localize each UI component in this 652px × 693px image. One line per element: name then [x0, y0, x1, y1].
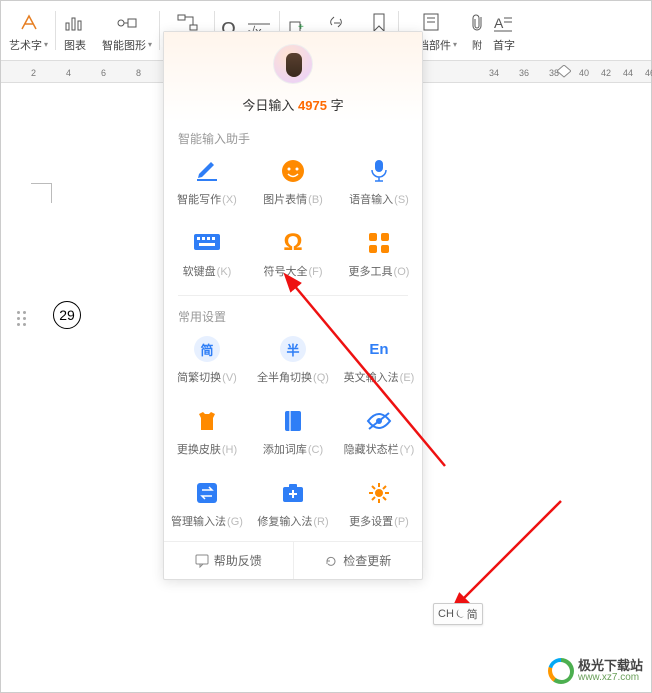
watermark-name: 极光下载站	[578, 659, 643, 673]
chat-icon	[195, 554, 209, 568]
assistant-grid: 智能写作(X) 图片表情(B) 语音输入(S) 软键盘(K) Ω 符号大全(F)…	[164, 147, 422, 291]
feedback-button[interactable]: 帮助反馈	[164, 542, 294, 579]
lang-jian: 简	[467, 606, 478, 622]
cell-smart-writing[interactable]: 智能写作(X)	[164, 147, 250, 219]
today-input-line: 今日输入 4975 字	[164, 95, 422, 114]
docpart-icon	[422, 9, 442, 37]
dropcap-icon: A	[494, 9, 514, 37]
ime-status-bar[interactable]: CH ⏾ 简	[433, 603, 483, 625]
cell-voice[interactable]: 语音输入(S)	[336, 147, 422, 219]
divider	[178, 295, 408, 296]
update-button[interactable]: 检查更新	[294, 542, 423, 579]
watermark: 极光下载站 www.xz7.com	[548, 658, 643, 684]
paperclip-icon	[469, 9, 485, 37]
page-corner	[31, 183, 61, 213]
cell-dictionary[interactable]: 添加词库(C)	[250, 397, 336, 469]
grid-icon	[365, 229, 393, 257]
cell-more-tools[interactable]: 更多工具(O)	[336, 219, 422, 291]
chevron-down-icon: ▾	[453, 40, 457, 49]
omega-icon: Ω	[279, 229, 307, 257]
cell-symbols[interactable]: Ω 符号大全(F)	[250, 219, 336, 291]
cell-repair-ime[interactable]: 修复输入法(R)	[250, 469, 336, 541]
panel-footer: 帮助反馈 检查更新	[164, 541, 422, 579]
chart-icon	[64, 9, 86, 37]
microphone-icon	[365, 157, 393, 185]
today-count: 4975	[298, 98, 327, 113]
cell-more-settings[interactable]: 更多设置(P)	[336, 469, 422, 541]
cell-fullwidth[interactable]: 半 全半角切换(Q)	[250, 325, 336, 397]
jian-icon: 简	[193, 335, 221, 363]
avatar[interactable]	[273, 44, 313, 84]
drag-dots[interactable]	[17, 311, 26, 326]
cell-english-ime[interactable]: En 英文输入法(E)	[336, 325, 422, 397]
cell-emoji[interactable]: 图片表情(B)	[250, 147, 336, 219]
medkit-icon	[279, 479, 307, 507]
section-title-assistant: 智能输入助手	[164, 122, 422, 147]
svg-text:A: A	[494, 15, 504, 31]
ribbon-art[interactable]: 艺术字▾	[1, 1, 56, 60]
refresh-icon	[324, 554, 338, 568]
ribbon-chart[interactable]: 图表	[56, 1, 94, 60]
moon-icon: ⏾	[456, 608, 465, 621]
circled-number: 29	[53, 301, 81, 329]
ribbon-smart[interactable]: 智能图形▾	[94, 1, 160, 60]
section-title-settings: 常用设置	[164, 300, 422, 325]
gear-icon	[365, 479, 393, 507]
ribbon-shouzi[interactable]: A 首字	[489, 1, 519, 60]
en-icon: En	[365, 335, 393, 363]
cell-simplified-traditional[interactable]: 简 简繁切换(V)	[164, 325, 250, 397]
pencil-icon	[193, 157, 221, 185]
lang-ch: CH	[438, 608, 454, 620]
panel-header: 今日输入 4975 字	[164, 32, 422, 122]
cell-softkeyboard[interactable]: 软键盘(K)	[164, 219, 250, 291]
indent-marker[interactable]	[557, 65, 571, 81]
emoji-icon	[279, 157, 307, 185]
eye-slash-icon	[365, 407, 393, 435]
chevron-down-icon: ▾	[44, 40, 48, 49]
cell-skin[interactable]: 更换皮肤(H)	[164, 397, 250, 469]
book-icon	[279, 407, 307, 435]
cell-hide-statusbar[interactable]: 隐藏状态栏(Y)	[336, 397, 422, 469]
smartart-icon	[115, 9, 139, 37]
watermark-logo	[548, 658, 574, 684]
swap-icon	[193, 479, 221, 507]
tshirt-icon	[193, 407, 221, 435]
watermark-url: www.xz7.com	[578, 673, 643, 684]
ribbon-attachment[interactable]: 附	[465, 1, 489, 60]
art-icon	[18, 9, 40, 37]
ime-panel: 今日输入 4975 字 智能输入助手 智能写作(X) 图片表情(B) 语音输入(…	[163, 31, 423, 580]
settings-grid: 简 简繁切换(V) 半 全半角切换(Q) En 英文输入法(E) 更换皮肤(H)…	[164, 325, 422, 541]
keyboard-icon	[193, 229, 221, 257]
ban-icon: 半	[279, 335, 307, 363]
chevron-down-icon: ▾	[148, 40, 152, 49]
cell-manage-ime[interactable]: 管理输入法(G)	[164, 469, 250, 541]
